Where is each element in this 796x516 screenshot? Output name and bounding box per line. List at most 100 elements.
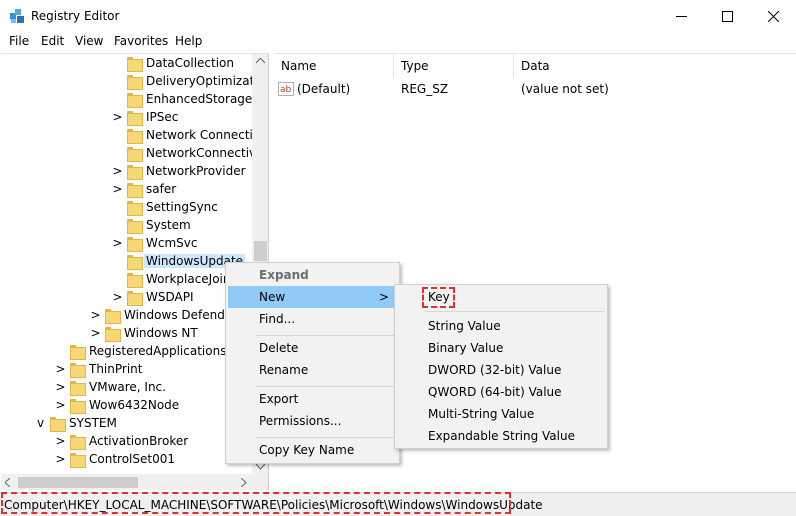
tree-node-label: Network Connectio: [146, 128, 261, 142]
menu-item-expand[interactable]: Expand: [228, 264, 399, 286]
context-menu: Expand New > Find... Delete Rename Expor…: [225, 262, 400, 464]
tree-node[interactable]: > IPSec: [112, 108, 178, 126]
submenu-item-multi-string-value[interactable]: Multi-String Value: [397, 403, 607, 425]
tree-node[interactable]: > Wow6432Node: [55, 396, 179, 414]
submenu-item-string-value[interactable]: String Value: [397, 315, 607, 337]
menu-favorites[interactable]: Favorites: [114, 34, 168, 48]
tree-node[interactable]: SettingSync: [113, 198, 218, 216]
folder-icon: [105, 326, 121, 342]
expand-chevron-icon[interactable]: >: [112, 162, 122, 180]
scroll-up-icon[interactable]: [256, 58, 265, 64]
menu-help[interactable]: Help: [175, 34, 202, 48]
expand-chevron-icon[interactable]: [113, 144, 122, 162]
tree-node[interactable]: WorkplaceJoin: [113, 270, 231, 288]
expand-chevron-icon[interactable]: [113, 126, 122, 144]
tree-node[interactable]: EnhancedStorageDe: [113, 90, 268, 108]
tree-node[interactable]: RegisteredApplications: [56, 342, 226, 360]
tree-node[interactable]: > ThinPrint: [55, 360, 142, 378]
tree-node[interactable]: v SYSTEM: [36, 414, 117, 432]
folder-icon: [70, 362, 86, 378]
close-button[interactable]: [750, 0, 796, 32]
menu-item-permissions[interactable]: Permissions...: [228, 410, 399, 432]
tree-node[interactable]: > Windows Defende: [90, 306, 232, 324]
menu-item-copy-key-name[interactable]: Copy Key Name: [228, 439, 399, 461]
menu-item-find[interactable]: Find...: [228, 308, 399, 330]
menu-item-export[interactable]: Export: [228, 388, 399, 410]
menu-view[interactable]: View: [75, 34, 103, 48]
expand-chevron-icon[interactable]: >: [112, 108, 122, 126]
expand-chevron-icon[interactable]: [113, 252, 122, 270]
folder-icon: [127, 146, 143, 162]
value-type: REG_SZ: [401, 82, 449, 96]
tree-node[interactable]: NetworkConnectivi: [113, 144, 260, 162]
scroll-right-icon[interactable]: [241, 478, 247, 487]
registry-editor-icon: [10, 9, 24, 23]
submenu-item-binary-value[interactable]: Binary Value: [397, 337, 607, 359]
path-highlight-box: [1, 492, 511, 514]
tree-node[interactable]: DeliveryOptimizatio: [113, 72, 265, 90]
expand-chevron-icon[interactable]: [113, 216, 122, 234]
expand-chevron-icon[interactable]: [113, 270, 122, 288]
expand-chevron-icon[interactable]: [113, 198, 122, 216]
expand-chevron-icon[interactable]: [113, 72, 122, 90]
scroll-thumb[interactable]: [254, 241, 267, 261]
expand-chevron-icon[interactable]: >: [112, 234, 122, 252]
submenu-item-dword-value[interactable]: DWORD (32-bit) Value: [397, 359, 607, 381]
folder-icon: [127, 182, 143, 198]
tree-node-label: NetworkProvider: [146, 164, 246, 178]
tree-node-label: SYSTEM: [69, 416, 117, 430]
submenu-item-qword-value[interactable]: QWORD (64-bit) Value: [397, 381, 607, 403]
menu-item-delete[interactable]: Delete: [228, 337, 399, 359]
column-header-name[interactable]: Name: [274, 54, 394, 78]
tree-node[interactable]: System: [113, 216, 191, 234]
expand-chevron-icon[interactable]: >: [112, 180, 122, 198]
expand-chevron-icon[interactable]: [113, 54, 122, 72]
menu-bar: File Edit View Favorites Help: [0, 32, 796, 52]
menu-edit[interactable]: Edit: [41, 34, 64, 48]
tree-node[interactable]: > ActivationBroker: [55, 432, 188, 450]
column-header-data[interactable]: Data: [514, 54, 796, 78]
menu-item-new[interactable]: New >: [228, 286, 399, 308]
tree-node[interactable]: > NetworkProvider: [112, 162, 246, 180]
value-name: (Default): [297, 82, 351, 96]
column-header-type[interactable]: Type: [394, 54, 514, 78]
folder-icon: [127, 110, 143, 126]
tree-node-label: WcmSvc: [146, 236, 198, 250]
tree-node[interactable]: DataCollection: [113, 54, 234, 72]
maximize-button[interactable]: [704, 0, 750, 32]
close-icon: [767, 10, 779, 22]
scroll-thumb[interactable]: [18, 477, 138, 488]
submenu-item-expandable-string-value[interactable]: Expandable String Value: [397, 425, 607, 447]
expand-chevron-icon[interactable]: >: [90, 324, 100, 342]
expand-chevron-icon[interactable]: [56, 342, 65, 360]
expand-chevron-icon[interactable]: >: [55, 360, 65, 378]
expand-chevron-icon[interactable]: >: [55, 450, 65, 468]
expand-chevron-icon[interactable]: >: [55, 432, 65, 450]
tree-node-label: WorkplaceJoin: [146, 272, 231, 286]
scroll-left-icon[interactable]: [5, 478, 11, 487]
expand-chevron-icon[interactable]: [113, 90, 122, 108]
folder-icon: [127, 290, 143, 306]
tree-node[interactable]: > VMware, Inc.: [55, 378, 166, 396]
tree-node[interactable]: > ControlSet001: [55, 450, 175, 468]
minimize-icon: [675, 15, 687, 17]
menu-item-rename[interactable]: Rename: [228, 359, 399, 381]
menu-file[interactable]: File: [9, 34, 29, 48]
string-value-icon: ab: [278, 82, 294, 96]
tree-node[interactable]: > WSDAPI: [112, 288, 194, 306]
expand-chevron-icon[interactable]: v: [36, 414, 45, 432]
value-row[interactable]: ab (Default): [278, 79, 350, 99]
scroll-down-icon[interactable]: [256, 464, 265, 470]
tree-node[interactable]: > safer: [112, 180, 176, 198]
tree-node[interactable]: > Windows NT: [90, 324, 198, 342]
tree-horizontal-scrollbar[interactable]: [1, 474, 268, 490]
tree-node[interactable]: > WcmSvc: [112, 234, 198, 252]
expand-chevron-icon[interactable]: >: [112, 288, 122, 306]
minimize-button[interactable]: [658, 0, 704, 32]
expand-chevron-icon[interactable]: >: [90, 306, 100, 324]
new-submenu: Key String Value Binary Value DWORD (32-…: [394, 284, 608, 449]
expand-chevron-icon[interactable]: >: [55, 396, 65, 414]
tree-node[interactable]: Network Connectio: [113, 126, 260, 144]
folder-icon: [50, 416, 66, 432]
expand-chevron-icon[interactable]: >: [55, 378, 65, 396]
